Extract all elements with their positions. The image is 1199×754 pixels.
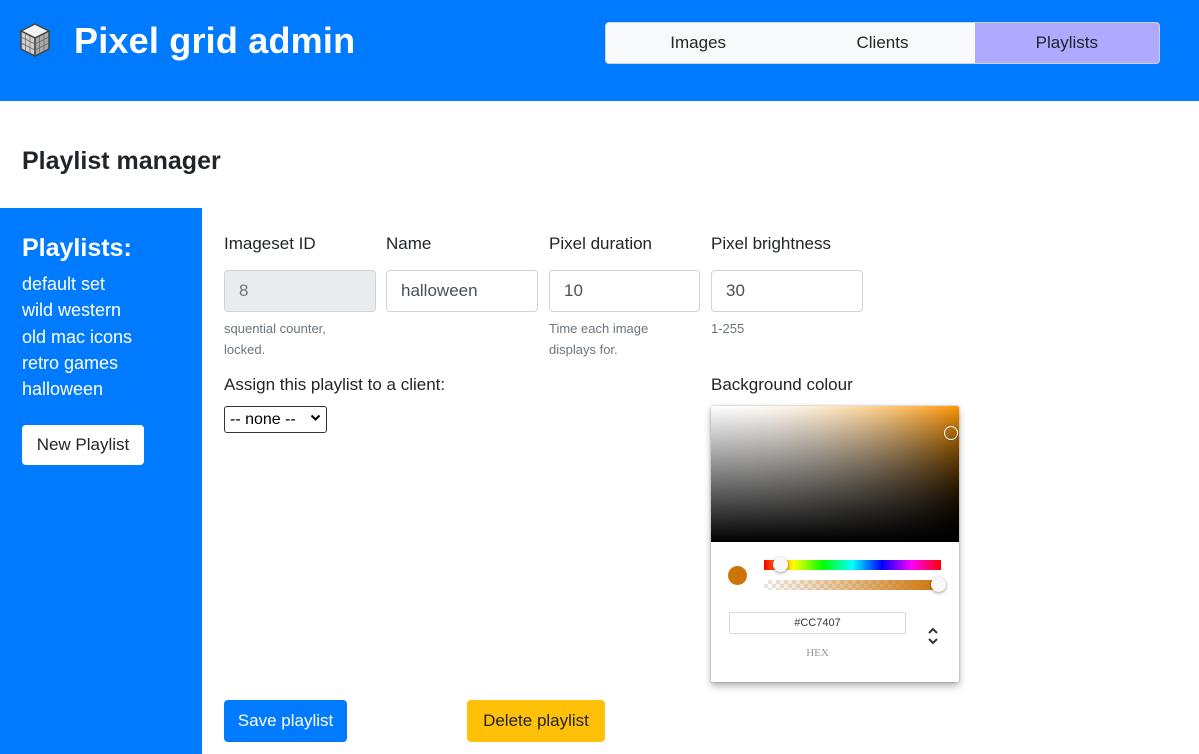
pixel-duration-input[interactable] bbox=[549, 270, 700, 312]
alpha-slider-handle[interactable] bbox=[931, 577, 946, 592]
playlist-list: default set wild western old mac icons r… bbox=[22, 271, 132, 402]
tab-playlists[interactable]: Playlists bbox=[974, 23, 1159, 63]
pixel-duration-group: Pixel duration Time each image displays … bbox=[549, 234, 700, 360]
alpha-slider[interactable] bbox=[764, 580, 941, 590]
save-playlist-button[interactable]: Save playlist bbox=[224, 700, 347, 742]
imageset-id-help: squential counter, locked. bbox=[224, 321, 326, 357]
name-group: Name bbox=[386, 234, 538, 312]
saturation-cursor[interactable] bbox=[944, 426, 958, 440]
mode-toggle-icon[interactable] bbox=[925, 624, 941, 648]
top-navbar: Pixel grid admin Images Clients Playlist… bbox=[0, 0, 1199, 101]
background-colour-label: Background colour bbox=[711, 375, 853, 394]
pixel-brightness-help: 1-255 bbox=[711, 321, 745, 336]
imageset-id-label: Imageset ID bbox=[224, 234, 316, 253]
main-nav-tabs: Images Clients Playlists bbox=[605, 22, 1160, 64]
page-title: Playlist manager bbox=[22, 147, 221, 175]
pixel-duration-label: Pixel duration bbox=[549, 234, 653, 253]
client-select[interactable]: -- none -- bbox=[224, 406, 327, 433]
saturation-value-area[interactable] bbox=[711, 406, 959, 542]
hue-slider-handle[interactable] bbox=[773, 557, 788, 572]
assign-client-label: Assign this playlist to a client: bbox=[224, 375, 446, 394]
pixel-brightness-group: Pixel brightness 1-255 bbox=[711, 234, 863, 339]
hue-slider[interactable] bbox=[764, 560, 941, 570]
color-swatch bbox=[728, 566, 747, 585]
tab-images[interactable]: Images bbox=[606, 23, 790, 63]
tab-clients[interactable]: Clients bbox=[790, 23, 974, 63]
imageset-id-group: Imageset ID squential counter, locked. bbox=[224, 234, 376, 360]
pixel-brightness-label: Pixel brightness bbox=[711, 234, 832, 253]
playlist-item-wild-western[interactable]: wild western bbox=[22, 297, 132, 323]
new-playlist-button[interactable]: New Playlist bbox=[22, 425, 144, 465]
playlist-item-retro-games[interactable]: retro games bbox=[22, 350, 132, 376]
hex-mode-label: HEX bbox=[806, 647, 829, 659]
pixel-duration-help: Time each image displays for. bbox=[549, 321, 649, 357]
chevron-down-icon bbox=[310, 412, 321, 426]
client-select-value: -- none -- bbox=[230, 410, 296, 428]
playlist-item-default-set[interactable]: default set bbox=[22, 271, 132, 297]
name-input[interactable] bbox=[386, 270, 538, 312]
cube-icon bbox=[19, 23, 51, 58]
pixel-brightness-input[interactable] bbox=[711, 270, 863, 312]
playlist-item-halloween[interactable]: halloween bbox=[22, 376, 132, 402]
name-label: Name bbox=[386, 234, 432, 253]
hex-input[interactable] bbox=[729, 612, 906, 634]
sidebar: Playlists: default set wild western old … bbox=[0, 208, 202, 754]
app-title: Pixel grid admin bbox=[74, 20, 356, 61]
color-picker: HEX bbox=[711, 406, 959, 682]
sidebar-title: Playlists: bbox=[22, 234, 132, 262]
delete-playlist-button[interactable]: Delete playlist bbox=[467, 700, 605, 742]
playlist-item-old-mac-icons[interactable]: old mac icons bbox=[22, 324, 132, 350]
imageset-id-input[interactable] bbox=[224, 270, 376, 312]
